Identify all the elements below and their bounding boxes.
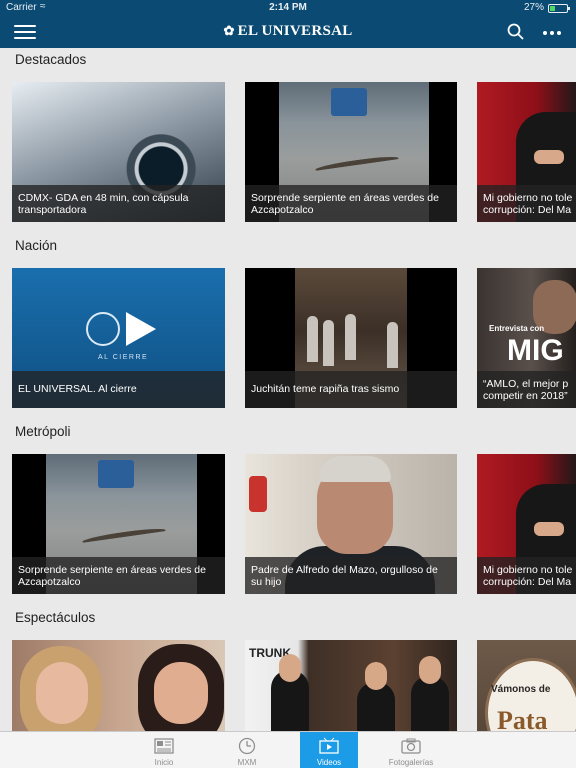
video-card[interactable]: [12, 640, 225, 731]
section-title: Metrópoli: [15, 424, 71, 439]
video-card[interactable]: Padre de Alfredo del Mazo, orgulloso de s…: [245, 454, 457, 594]
video-card[interactable]: Entrevista con MIG “AMLO, el mejor p comp…: [477, 268, 576, 408]
globe-logo-icon: [86, 312, 120, 346]
thumbnail-label: AL CIERRE: [98, 354, 149, 361]
tab-label: MXM: [237, 758, 257, 767]
battery-percent: 27%: [523, 2, 544, 13]
thumbnail-label: MIG: [507, 334, 564, 367]
tab-label: Videos: [316, 758, 342, 767]
status-time: 2:14 PM: [269, 2, 307, 13]
video-feed[interactable]: Destacados CDMX- GDA en 48 min, con cáps…: [0, 48, 576, 731]
thumbnail-label: Entrevista con: [489, 324, 545, 333]
tab-fotogalerias[interactable]: Fotogalerías: [382, 732, 440, 768]
eagle-icon: ✿: [223, 23, 235, 38]
video-card[interactable]: CDMX- GDA en 48 min, con cápsula transpor…: [12, 82, 225, 222]
tab-inicio[interactable]: Inicio: [135, 732, 193, 768]
tab-label: Fotogalerías: [388, 758, 434, 767]
video-caption: Juchitán teme rapiña tras sismo: [245, 371, 457, 408]
video-thumbnail: TRUNK: [245, 640, 457, 731]
video-icon: [318, 737, 340, 755]
more-options-icon[interactable]: [542, 22, 562, 42]
brand-name: EL UNIVERSAL: [237, 23, 353, 39]
section-title: Nación: [15, 238, 58, 253]
tab-bar: Inicio MXM Videos Fotogalerías: [0, 731, 576, 768]
search-icon[interactable]: [506, 22, 526, 42]
tab-label: Inicio: [154, 758, 174, 767]
video-card[interactable]: TRUNK: [245, 640, 457, 731]
video-caption: CDMX- GDA en 48 min, con cápsula transpor…: [12, 185, 225, 222]
newspaper-icon: [153, 737, 175, 755]
video-caption: Mi gobierno no tole corrupción: Del Ma: [477, 557, 576, 594]
video-caption: Mi gobierno no tole corrupción: Del Ma: [477, 185, 576, 222]
status-bar: Carrier ≈ 2:14 PM 27%: [0, 0, 576, 16]
section-title: Espectáculos: [15, 610, 96, 625]
thumbnail-label: Vámonos de: [491, 684, 551, 695]
video-card[interactable]: Sorprende serpiente en áreas verdes de Az…: [245, 82, 457, 222]
clock-icon: [236, 737, 258, 755]
video-caption: EL UNIVERSAL. Al cierre: [12, 371, 225, 408]
play-icon: [126, 312, 156, 346]
section-title: Destacados: [15, 52, 87, 67]
video-caption: Sorprende serpiente en áreas verdes de Az…: [12, 557, 225, 594]
video-card[interactable]: Sorprende serpiente en áreas verdes de Az…: [12, 454, 225, 594]
brand-logo: ✿ EL UNIVERSAL: [0, 23, 576, 40]
tab-videos[interactable]: Videos: [300, 732, 358, 768]
video-thumbnail: Vámonos de Pata: [477, 640, 576, 731]
tab-mxm[interactable]: MXM: [218, 732, 276, 768]
video-caption: Sorprende serpiente en áreas verdes de Az…: [245, 185, 457, 222]
video-card[interactable]: Mi gobierno no tole corrupción: Del Ma: [477, 454, 576, 594]
video-caption: “AMLO, el mejor p competir en 2018”: [477, 371, 576, 408]
video-card[interactable]: Vámonos de Pata: [477, 640, 576, 731]
video-caption: Padre de Alfredo del Mazo, orgulloso de s…: [245, 557, 457, 594]
nav-bar: ✿ EL UNIVERSAL: [0, 16, 576, 48]
battery-icon: [548, 4, 570, 13]
video-card[interactable]: AL CIERRE EL UNIVERSAL. Al cierre: [12, 268, 225, 408]
thumbnail-label: Pata: [497, 706, 548, 731]
video-card[interactable]: Mi gobierno no tole corrupción: Del Ma: [477, 82, 576, 222]
video-thumbnail: [12, 640, 225, 731]
video-card[interactable]: Juchitán teme rapiña tras sismo: [245, 268, 457, 408]
camera-icon: [400, 737, 422, 755]
